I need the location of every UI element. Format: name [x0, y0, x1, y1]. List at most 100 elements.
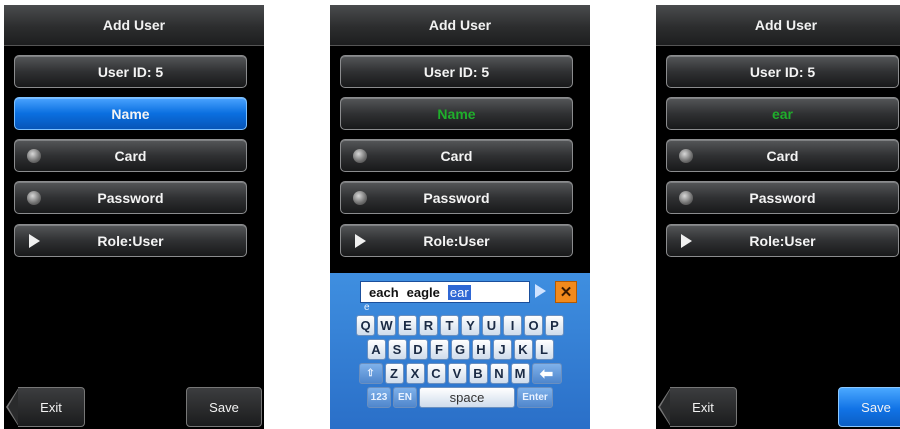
radio-icon	[679, 149, 693, 163]
user-id-button[interactable]: User ID: 5	[14, 55, 247, 88]
close-keyboard-button[interactable]: ✕	[555, 281, 577, 303]
key[interactable]: J	[492, 339, 512, 360]
key[interactable]: U	[482, 315, 501, 336]
save-button[interactable]: Save	[838, 387, 900, 427]
key[interactable]: I	[503, 315, 522, 336]
backspace-icon: ⬅	[539, 365, 554, 383]
shift-key[interactable]: ⇧	[358, 363, 383, 384]
candidate-word-selected[interactable]: ear	[447, 284, 471, 300]
candidate-word[interactable]: eagle	[407, 285, 440, 300]
role-button[interactable]: Role:User	[666, 224, 899, 257]
name-button[interactable]: Name	[340, 97, 573, 130]
password-button[interactable]: Password	[666, 181, 899, 214]
key[interactable]: P	[545, 315, 564, 336]
shift-icon: ⇧	[366, 368, 375, 379]
user-id-label: User ID: 5	[423, 63, 490, 80]
input-preview: e	[364, 302, 370, 313]
key[interactable]: B	[468, 363, 488, 384]
card-label: Card	[114, 147, 147, 164]
user-id-label: User ID: 5	[97, 63, 164, 80]
screen-title: Add User	[754, 17, 818, 33]
role-button[interactable]: Role:User	[14, 224, 247, 257]
play-arrow-icon	[29, 234, 40, 248]
next-candidates-icon[interactable]	[535, 284, 546, 298]
password-label: Password	[97, 189, 164, 206]
close-icon: ✕	[559, 284, 573, 301]
save-button[interactable]: Save	[186, 387, 262, 427]
candidate-word[interactable]: each	[369, 285, 399, 300]
add-user-screen-1: Add User User ID: 5 Name Card Password R…	[4, 5, 264, 429]
numbers-key[interactable]: 123	[367, 387, 391, 408]
radio-icon	[353, 191, 367, 205]
exit-label: Exit	[40, 399, 62, 415]
enter-key[interactable]: Enter	[517, 387, 553, 408]
key[interactable]: Y	[461, 315, 480, 336]
key[interactable]: O	[524, 315, 543, 336]
screen-title: Add User	[428, 17, 492, 33]
key[interactable]: X	[405, 363, 425, 384]
key[interactable]: D	[408, 339, 428, 360]
bottom-bar: Exit Save	[656, 387, 900, 429]
password-label: Password	[423, 189, 490, 206]
exit-button[interactable]: Exit	[670, 387, 737, 427]
radio-icon	[679, 191, 693, 205]
key[interactable]: V	[447, 363, 467, 384]
bottom-bar: Exit Save	[4, 387, 264, 429]
key-row-2: A S D F G H J K L	[330, 339, 590, 360]
candidate-bar: each eagle ear	[360, 281, 530, 303]
key[interactable]: H	[471, 339, 491, 360]
role-label: Role:User	[423, 232, 490, 249]
password-button[interactable]: Password	[340, 181, 573, 214]
exit-label: Exit	[692, 399, 714, 415]
key-row-1: Q W E R T Y U I O P	[330, 315, 590, 336]
radio-icon	[353, 149, 367, 163]
key[interactable]: E	[398, 315, 417, 336]
exit-button[interactable]: Exit	[18, 387, 85, 427]
radio-icon	[27, 191, 41, 205]
key[interactable]: W	[377, 315, 396, 336]
user-id-button[interactable]: User ID: 5	[340, 55, 573, 88]
password-button[interactable]: Password	[14, 181, 247, 214]
add-user-screen-3: Add User User ID: 5 ear Card Password Ro…	[656, 5, 900, 429]
key[interactable]: G	[450, 339, 470, 360]
key[interactable]: N	[489, 363, 509, 384]
key[interactable]: S	[387, 339, 407, 360]
name-button[interactable]: ear	[666, 97, 899, 130]
title-bar: Add User	[4, 5, 264, 46]
key[interactable]: R	[419, 315, 438, 336]
role-label: Role:User	[97, 232, 164, 249]
key[interactable]: Q	[356, 315, 375, 336]
password-label: Password	[749, 189, 816, 206]
card-button[interactable]: Card	[666, 139, 899, 172]
name-label: Name	[111, 105, 150, 122]
key[interactable]: L	[534, 339, 554, 360]
key[interactable]: M	[510, 363, 530, 384]
key[interactable]: Z	[384, 363, 404, 384]
save-label: Save	[861, 399, 891, 415]
space-key[interactable]: space	[419, 387, 515, 408]
key[interactable]: K	[513, 339, 533, 360]
key-row-3: ⇧ Z X C V B N M ⬅	[330, 363, 590, 384]
language-key[interactable]: EN	[393, 387, 417, 408]
title-bar: Add User	[656, 5, 900, 46]
play-arrow-icon	[681, 234, 692, 248]
key[interactable]: T	[440, 315, 459, 336]
on-screen-keyboard: each eagle ear ✕ e Q W E R T Y U I O P A…	[330, 273, 590, 429]
add-user-screen-2: Add User User ID: 5 Name Card Password R…	[330, 5, 590, 429]
backspace-key[interactable]: ⬅	[531, 363, 562, 384]
card-button[interactable]: Card	[340, 139, 573, 172]
name-button[interactable]: Name	[14, 97, 247, 130]
role-button[interactable]: Role:User	[340, 224, 573, 257]
key[interactable]: F	[429, 339, 449, 360]
card-label: Card	[766, 147, 799, 164]
name-value: ear	[771, 105, 794, 122]
name-label: Name	[437, 105, 476, 122]
save-label: Save	[209, 399, 239, 415]
radio-icon	[27, 149, 41, 163]
user-id-button[interactable]: User ID: 5	[666, 55, 899, 88]
key[interactable]: C	[426, 363, 446, 384]
card-button[interactable]: Card	[14, 139, 247, 172]
screen-title: Add User	[102, 17, 166, 33]
key-row-4: 123 EN space Enter	[330, 387, 590, 408]
key[interactable]: A	[366, 339, 386, 360]
